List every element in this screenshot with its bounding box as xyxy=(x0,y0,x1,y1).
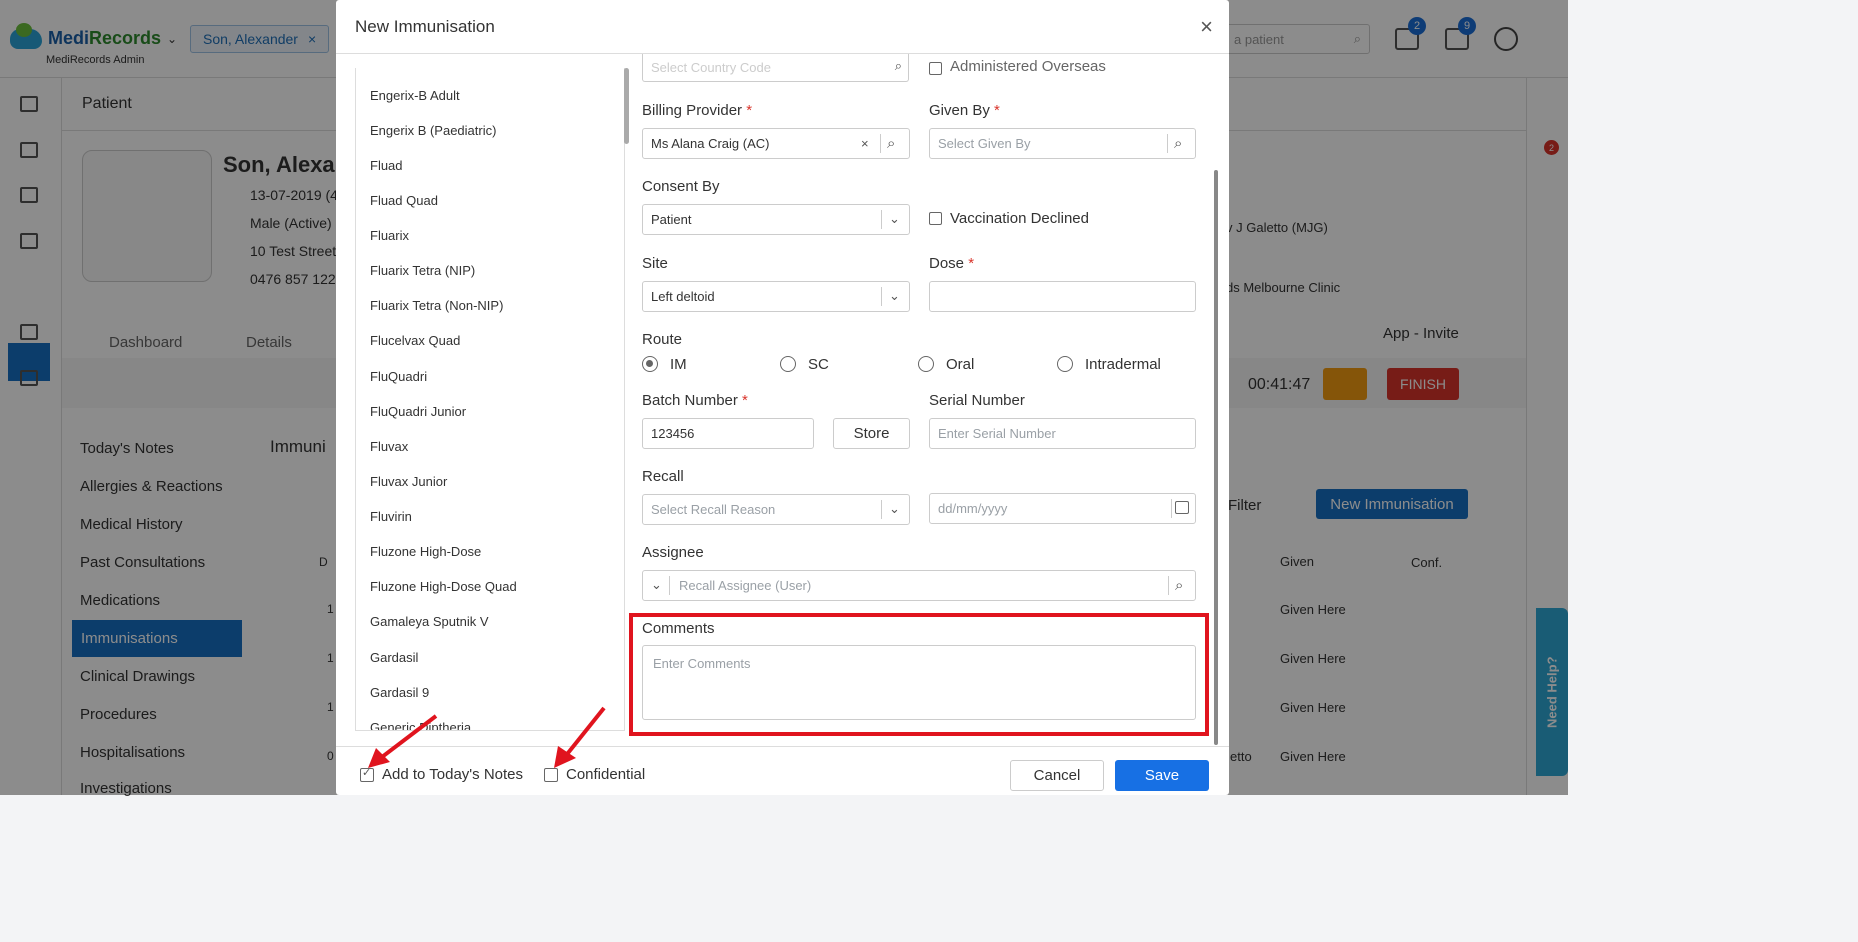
annotation-highlight-box xyxy=(629,613,1209,736)
close-icon[interactable]: × xyxy=(1200,14,1213,40)
route-im-radio[interactable] xyxy=(642,356,658,372)
divider xyxy=(1171,499,1172,518)
search-icon[interactable]: ⌕ xyxy=(1175,577,1183,594)
dose-input[interactable] xyxy=(929,281,1196,312)
vaccine-item[interactable]: Fluad xyxy=(370,158,403,173)
chevron-down-icon[interactable]: ⌄ xyxy=(651,577,662,593)
assignee-field[interactable]: ⌄ Recall Assignee (User) ⌕ xyxy=(642,570,1196,601)
administered-overseas-checkbox[interactable] xyxy=(929,62,942,75)
route-sc-label: SC xyxy=(808,356,829,373)
vaccine-item[interactable]: Fluad Quad xyxy=(370,193,438,208)
store-button[interactable]: Store xyxy=(833,418,910,449)
vaccine-item[interactable]: Fluvax xyxy=(370,439,408,454)
vaccine-item[interactable]: Fluzone High-Dose Quad xyxy=(370,579,517,594)
billing-provider-field[interactable]: Ms Alana Craig (AC) × ⌕ xyxy=(642,128,910,159)
search-icon[interactable]: ⌕ xyxy=(1174,135,1182,152)
route-oral-label: Oral xyxy=(946,356,975,373)
save-button[interactable]: Save xyxy=(1115,760,1209,791)
route-intradermal-radio[interactable] xyxy=(1057,356,1073,372)
recall-label: Recall xyxy=(642,468,684,485)
vaccine-item[interactable]: Gardasil xyxy=(370,650,418,665)
vaccine-item[interactable]: Fluarix Tetra (Non-NIP) xyxy=(370,298,503,313)
chevron-down-icon: ⌄ xyxy=(889,501,900,516)
divider xyxy=(881,287,882,306)
dose-label: Dose * xyxy=(929,255,975,272)
divider xyxy=(669,576,670,595)
assignee-label: Assignee xyxy=(642,544,704,561)
divider xyxy=(1168,576,1169,595)
vaccine-item[interactable]: Gardasil 9 xyxy=(370,685,429,700)
new-immunisation-modal: New Immunisation × Engerix-B Adult Enger… xyxy=(336,0,1229,795)
vaccine-item[interactable]: Flucelvax Quad xyxy=(370,333,460,348)
vaccine-item[interactable]: FluQuadri Junior xyxy=(370,404,466,419)
consent-by-label: Consent By xyxy=(642,178,720,195)
recall-date-input[interactable]: dd/mm/yyyy xyxy=(929,493,1196,524)
form-scrollbar[interactable] xyxy=(1214,170,1218,745)
divider xyxy=(1167,134,1168,153)
vaccine-item[interactable]: Fluvirin xyxy=(370,509,412,524)
recall-reason-select[interactable]: Select Recall Reason ⌄ xyxy=(642,494,910,525)
cancel-button[interactable]: Cancel xyxy=(1010,760,1104,791)
country-code-select[interactable]: Select Country Code ⌕ xyxy=(642,54,909,82)
billing-provider-label: Billing Provider * xyxy=(642,102,753,119)
chevron-down-icon: ⌄ xyxy=(889,288,900,303)
chevron-down-icon: ⌄ xyxy=(889,211,900,226)
divider xyxy=(880,134,881,153)
modal-title: New Immunisation xyxy=(355,17,495,36)
vaccine-list-scrollbar[interactable] xyxy=(624,68,629,144)
calendar-icon[interactable] xyxy=(1175,501,1189,514)
consent-by-select[interactable]: Patient ⌄ xyxy=(642,204,910,235)
vaccine-item[interactable]: Fluvax Junior xyxy=(370,474,447,489)
site-label: Site xyxy=(642,255,668,272)
vaccine-item[interactable]: Engerix-B Adult xyxy=(370,88,460,103)
route-sc-radio[interactable] xyxy=(780,356,796,372)
search-icon: ⌕ xyxy=(894,58,902,73)
vaccine-item[interactable]: Gamaleya Sputnik V xyxy=(370,614,489,629)
vaccine-item[interactable]: Engerix B (Paediatric) xyxy=(370,123,496,138)
route-label: Route xyxy=(642,331,683,348)
divider xyxy=(336,746,1229,747)
administered-overseas-label: Administered Overseas xyxy=(950,58,1106,75)
vaccine-list[interactable]: Engerix-B Adult Engerix B (Paediatric) F… xyxy=(355,68,625,731)
vaccination-declined-label: Vaccination Declined xyxy=(950,210,1089,227)
vaccine-item[interactable]: Fluzone High-Dose xyxy=(370,544,481,559)
vaccine-item[interactable]: FluQuadri xyxy=(370,369,427,384)
serial-number-label: Serial Number xyxy=(929,392,1025,409)
divider xyxy=(881,210,882,229)
route-im-label: IM xyxy=(670,356,687,373)
vaccine-item[interactable]: Fluarix xyxy=(370,228,409,243)
batch-number-input[interactable]: 123456 xyxy=(642,418,814,449)
annotation-arrow-icon xyxy=(368,714,438,768)
route-intradermal-label: Intradermal xyxy=(1085,356,1161,373)
site-select[interactable]: Left deltoid ⌄ xyxy=(642,281,910,312)
annotation-arrow-icon xyxy=(554,706,606,768)
batch-number-label: Batch Number * xyxy=(642,392,748,409)
vaccination-declined-checkbox[interactable] xyxy=(929,212,942,225)
clear-icon[interactable]: × xyxy=(861,136,869,151)
vaccine-item[interactable]: Fluarix Tetra (NIP) xyxy=(370,263,475,278)
search-icon[interactable]: ⌕ xyxy=(887,135,895,152)
divider xyxy=(881,500,882,519)
given-by-field[interactable]: Select Given By ⌕ xyxy=(929,128,1196,159)
given-by-label: Given By * xyxy=(929,102,1000,119)
serial-number-input[interactable]: Enter Serial Number xyxy=(929,418,1196,449)
route-oral-radio[interactable] xyxy=(918,356,934,372)
